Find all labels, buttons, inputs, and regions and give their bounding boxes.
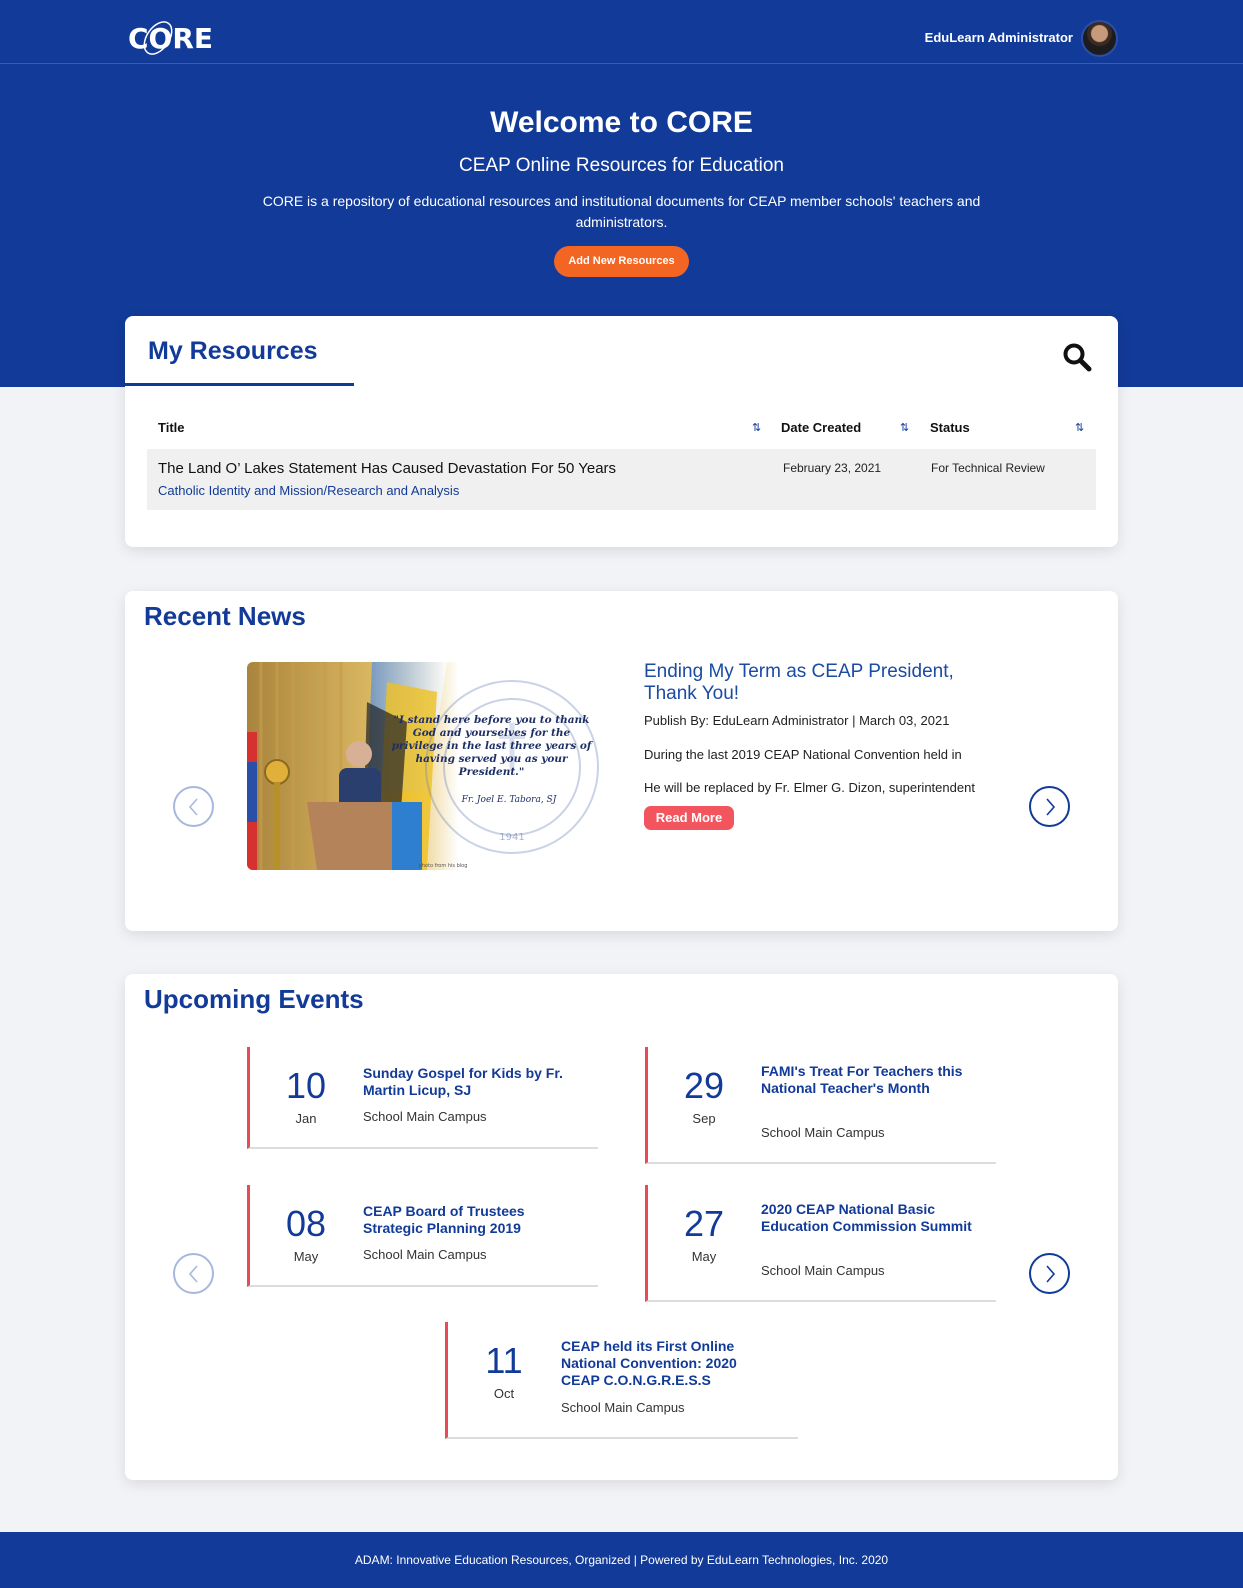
resource-status: For Technical Review	[931, 461, 1045, 475]
event-title[interactable]: CEAP held its First Online National Conv…	[561, 1338, 776, 1389]
resource-date: February 23, 2021	[783, 461, 882, 475]
event-location: School Main Campus	[363, 1247, 487, 1262]
news-next-button[interactable]	[1029, 786, 1070, 827]
news-meta: Publish By: EduLearn Administrator | Mar…	[644, 713, 950, 728]
event-item[interactable]: 29 Sep FAMI's Treat For Teachers this Na…	[645, 1047, 996, 1164]
svg-text:Fr. Joel E. Tabora, SJ: Fr. Joel E. Tabora, SJ	[461, 795, 558, 805]
event-month: May	[691, 1249, 717, 1264]
event-location: School Main Campus	[761, 1125, 885, 1140]
page-subtitle: CEAP Online Resources for Education	[459, 155, 784, 176]
news-headline[interactable]: Ending My Term as CEAP President, Thank …	[644, 661, 1004, 705]
resource-title[interactable]: The Land O’ Lakes Statement Has Caused D…	[158, 460, 616, 477]
event-item[interactable]: 10 Jan Sunday Gospel for Kids by Fr. Mar…	[247, 1047, 598, 1149]
event-location: School Main Campus	[761, 1263, 885, 1278]
events-next-button[interactable]	[1029, 1253, 1070, 1294]
sort-icon[interactable]: ⇅	[1075, 421, 1084, 434]
svg-text:1941: 1941	[499, 832, 524, 843]
event-month: Oct	[493, 1386, 515, 1401]
table-row[interactable]: The Land O’ Lakes Statement Has Caused D…	[147, 449, 1096, 510]
recent-news-card: Recent News † 1941 "I stand here before …	[125, 591, 1118, 931]
event-title[interactable]: 2020 CEAP National Basic Education Commi…	[761, 1201, 976, 1235]
event-month: May	[293, 1249, 319, 1264]
events-prev-button[interactable]	[173, 1253, 214, 1294]
event-month: Sep	[692, 1111, 716, 1126]
footer-text: ADAM: Innovative Education Resources, Or…	[354, 1553, 889, 1567]
event-item[interactable]: 11 Oct CEAP held its First Online Nation…	[445, 1322, 798, 1439]
read-more-button[interactable]: Read More	[644, 806, 734, 830]
footer: ADAM: Innovative Education Resources, Or…	[0, 1532, 1243, 1588]
event-title[interactable]: FAMI's Treat For Teachers this National …	[761, 1063, 976, 1097]
resource-category: Catholic Identity and Mission/Research a…	[158, 483, 460, 498]
tab-my-resources[interactable]: My Resources	[125, 316, 354, 386]
event-day: 08	[285, 1203, 327, 1244]
news-paragraph-2: He will be replaced by Fr. Elmer G. Dizo…	[644, 780, 975, 795]
svg-text:photo from his blog: photo from his blog	[419, 863, 468, 869]
event-month: Jan	[295, 1111, 317, 1126]
column-header-title[interactable]: Title	[158, 420, 185, 435]
recent-news-title: Recent News	[144, 601, 306, 631]
logo-text: CORE	[128, 22, 213, 55]
event-item[interactable]: 08 May CEAP Board of Trustees Strategic …	[247, 1185, 598, 1287]
event-day: 11	[485, 1340, 523, 1381]
search-icon[interactable]	[1062, 342, 1092, 372]
my-resources-card: My Resources Title ⇅ Date Created ⇅ Stat…	[125, 316, 1118, 547]
event-title[interactable]: Sunday Gospel for Kids by Fr. Martin Lic…	[363, 1065, 578, 1099]
news-image[interactable]: † 1941 "I stand here before you to thank…	[247, 662, 600, 870]
news-prev-button[interactable]	[173, 786, 214, 827]
chevron-left-icon	[188, 1265, 198, 1283]
event-item[interactable]: 27 May 2020 CEAP National Basic Educatio…	[645, 1185, 996, 1302]
chevron-left-icon	[188, 798, 198, 816]
page-description: CORE is a repository of educational reso…	[262, 193, 981, 230]
event-day: 10	[285, 1065, 327, 1106]
user-name[interactable]: EduLearn Administrator	[925, 30, 1073, 45]
event-day: 27	[683, 1203, 725, 1244]
top-navbar: CORE EduLearn Administrator	[0, 0, 1243, 64]
chevron-right-icon	[1046, 1265, 1056, 1283]
event-location: School Main Campus	[561, 1400, 685, 1415]
column-header-date-created[interactable]: Date Created	[781, 420, 861, 435]
event-title[interactable]: CEAP Board of Trustees Strategic Plannin…	[363, 1203, 578, 1237]
page-title: Welcome to CORE	[490, 106, 753, 139]
core-logo[interactable]: CORE	[128, 16, 224, 62]
chevron-right-icon	[1046, 798, 1056, 816]
event-location: School Main Campus	[363, 1109, 487, 1124]
user-avatar[interactable]	[1081, 20, 1118, 57]
news-paragraph-1: During the last 2019 CEAP National Conve…	[644, 747, 962, 762]
sort-icon[interactable]: ⇅	[752, 421, 761, 434]
column-header-status[interactable]: Status	[930, 420, 970, 435]
upcoming-events-card: Upcoming Events 10 Jan Sunday Gospel for…	[125, 974, 1118, 1480]
sort-icon[interactable]: ⇅	[900, 421, 909, 434]
event-day: 29	[683, 1065, 725, 1106]
my-resources-title: My Resources	[148, 337, 318, 365]
add-new-resources-button[interactable]: Add New Resources	[554, 246, 689, 277]
upcoming-events-title: Upcoming Events	[144, 984, 364, 1014]
